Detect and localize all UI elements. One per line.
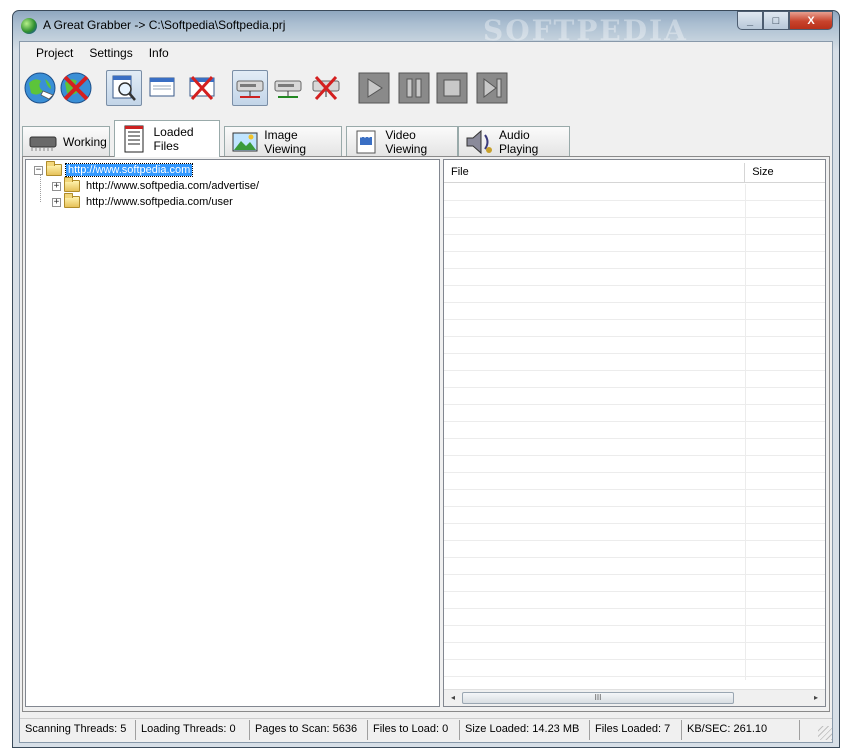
chip-icon [27,129,59,155]
pause-icon [398,72,430,104]
toolbar [20,66,832,110]
tree-node-advertise[interactable]: + http://www.softpedia.com/advertise/ [52,177,261,194]
site-tree[interactable]: − http://www.softpedia.com + http://www.… [25,159,440,707]
close-view-button[interactable] [184,70,220,106]
column-size[interactable]: Size [745,163,825,183]
window-icon [149,77,175,97]
tab-video-viewing[interactable]: Video Viewing [346,126,458,156]
status-loading-threads: Loading Threads: 0 [136,720,250,740]
close-button[interactable]: X [789,11,833,30]
view-pages-button[interactable] [106,70,142,106]
folder-icon [64,193,80,208]
scroll-left-icon[interactable]: ◂ [448,693,458,703]
expand-icon[interactable]: + [52,181,61,191]
column-file[interactable]: File [444,163,746,183]
start-scan-button[interactable] [22,70,58,106]
column-divider [745,184,746,680]
tab-loaded-files[interactable]: Loaded Files [114,120,220,157]
tree-node-label[interactable]: http://www.softpedia.com/advertise/ [84,180,261,192]
window-controls: _ □ X [737,11,833,31]
image-icon [229,129,260,155]
title-bar: A Great Grabber -> C:\Softpedia\Softpedi… [13,11,839,47]
play-icon [358,72,390,104]
skip-button[interactable] [474,70,510,106]
tab-label: Working [63,134,107,149]
tab-label: Audio Playing [499,127,539,156]
horizontal-scrollbar[interactable]: ◂ III ▸ [444,689,825,706]
window-title: A Great Grabber -> C:\Softpedia\Softpedi… [43,18,286,32]
file-list-header: File Size [444,163,825,183]
menu-bar: Project Settings Info [20,42,832,64]
folder-open-icon [46,161,62,176]
status-bar: Scanning Threads: 5 Loading Threads: 0 P… [20,718,832,740]
collapse-icon[interactable]: − [34,165,43,175]
status-scanning-threads: Scanning Threads: 5 [20,720,136,740]
menu-settings[interactable]: Settings [81,42,140,64]
tab-label: Image Viewing [264,127,307,156]
tree-node-user[interactable]: + http://www.softpedia.com/user [52,193,235,210]
tab-audio-playing[interactable]: Audio Playing [458,126,570,156]
scroll-right-icon[interactable]: ▸ [811,693,821,703]
app-window: A Great Grabber -> C:\Softpedia\Softpedi… [12,10,840,748]
network-add-icon [274,80,302,98]
loaded-files-panel: − http://www.softpedia.com + http://www.… [22,156,830,712]
add-connection-button[interactable] [270,70,306,106]
status-files-loaded: Files Loaded: 7 [590,720,682,740]
status-files-to-load: Files to Load: 0 [368,720,460,740]
window-close-icon [189,75,215,101]
globe-stop-icon [60,72,92,104]
network-icon [236,80,264,98]
music-icon [463,129,495,155]
pause-button[interactable] [396,70,432,106]
tab-label: Loaded Files [153,125,194,153]
scroll-thumb[interactable]: III [462,692,734,704]
minimize-button[interactable]: _ [737,11,763,30]
magnifier-page-icon [112,75,136,101]
file-list-rows [444,184,825,680]
stop-scan-button[interactable] [58,70,94,106]
remove-connection-button[interactable] [308,70,344,106]
document-icon [119,125,150,153]
network-remove-icon [312,75,340,101]
tree-node-root[interactable]: − http://www.softpedia.com [34,161,194,178]
stop-icon [436,72,468,104]
connection-button[interactable] [232,70,268,106]
tab-working[interactable]: Working [22,126,110,156]
status-size-loaded: Size Loaded: 14.23 MB [460,720,590,740]
status-pages-to-scan: Pages to Scan: 5636 [250,720,368,740]
tree-node-label[interactable]: http://www.softpedia.com [64,163,194,177]
resize-grip[interactable] [818,726,832,740]
tab-label: Video Viewing [385,127,428,156]
folder-icon [64,177,80,192]
film-icon [351,129,381,155]
menu-info[interactable]: Info [141,42,177,64]
expand-icon[interactable]: + [52,197,61,207]
file-list[interactable]: File Size ◂ III ▸ [443,159,826,707]
window-view-button[interactable] [144,70,180,106]
tab-image-viewing[interactable]: Image Viewing [224,126,342,156]
tree-node-label[interactable]: http://www.softpedia.com/user [84,196,235,208]
status-kb-sec: KB/SEC: 261.10 [682,720,800,740]
skip-icon [476,72,508,104]
globe-go-icon [24,72,56,104]
stop-button[interactable] [434,70,470,106]
play-button[interactable] [356,70,392,106]
maximize-button[interactable]: □ [763,11,789,30]
menu-project[interactable]: Project [28,42,81,64]
client-area: Project Settings Info Working Loaded Fil… [19,41,833,743]
app-globe-icon [21,18,37,34]
